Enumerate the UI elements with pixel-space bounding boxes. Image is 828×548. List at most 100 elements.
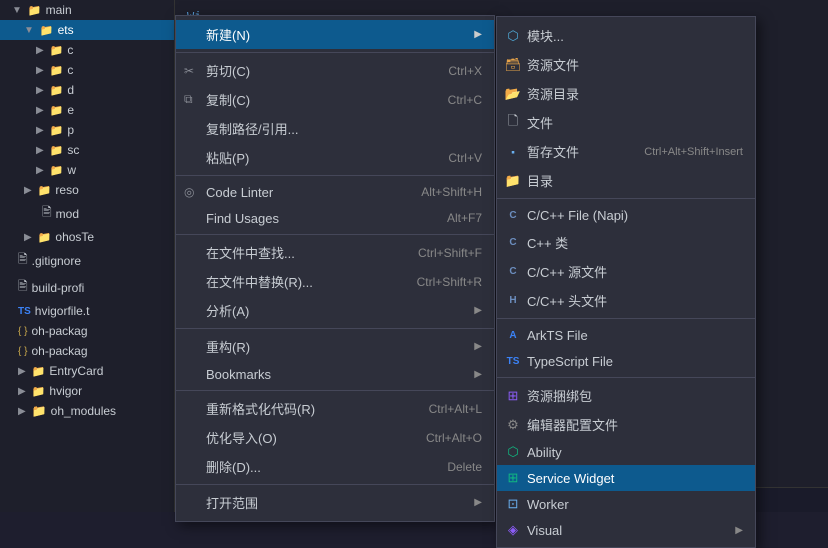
service-widget-icon: ⊞ [505, 470, 521, 486]
submenu-item-worker[interactable]: ⊡ Worker [497, 491, 755, 517]
cpp-class-icon: C [505, 235, 521, 251]
bookmarks-arrow-icon: ▶ [474, 369, 482, 380]
submenu-item-cppclass[interactable]: C C++ 类 [497, 228, 755, 257]
menu-item-cut[interactable]: ✂ 剪切(C) Ctrl+X [176, 56, 494, 85]
menu-separator-5 [176, 390, 494, 391]
menu-item-findusages-label: Find Usages [206, 211, 279, 226]
submenu-separator-2 [497, 318, 755, 319]
submenu-item-module-label: 模块... [527, 26, 564, 45]
delete-shortcut: Delete [447, 460, 482, 474]
copy-icon: ⧉ [184, 92, 193, 107]
menu-separator-4 [176, 328, 494, 329]
openscope-arrow-icon: ▶ [474, 497, 482, 508]
submenu-item-module[interactable]: ⬡ 模块... [497, 21, 755, 50]
submenu-item-resourcedir-label: 资源目录 [527, 84, 579, 103]
linter-icon: ◎ [184, 185, 194, 199]
menu-item-copypath[interactable]: 复制路径/引用... [176, 114, 494, 143]
menu-item-cut-label: 剪切(C) [206, 61, 250, 80]
submenu-item-servicewidget[interactable]: ⊞ Service Widget [497, 465, 755, 491]
visual-arrow-icon: ▶ [735, 525, 743, 536]
menu-item-replaceinfiles[interactable]: 在文件中替换(R)... Ctrl+Shift+R [176, 267, 494, 296]
cpp-napi-icon: C [505, 207, 521, 223]
submenu-separator-3 [497, 377, 755, 378]
ability-icon: ⬡ [505, 444, 521, 460]
submenu-new: ⬡ 模块... 🗃 资源文件 📂 资源目录 🗋 文件 ⬝ 暂存文件 Ctrl+A… [496, 16, 756, 548]
context-menu-main: 新建(N) ▶ ✂ 剪切(C) Ctrl+X ⧉ 复制(C) Ctrl+C 复制… [175, 15, 495, 522]
menu-item-findinfiles[interactable]: 在文件中查找... Ctrl+Shift+F [176, 238, 494, 267]
linter-shortcut: Alt+Shift+H [421, 185, 482, 199]
menu-item-replaceinfiles-label: 在文件中替换(R)... [206, 272, 313, 291]
submenu-item-dir-label: 目录 [527, 171, 553, 190]
replaceinfiles-shortcut: Ctrl+Shift+R [417, 275, 482, 289]
bundle-icon: ⊞ [505, 388, 521, 404]
submenu-item-ability-label: Ability [527, 445, 562, 460]
submenu-item-resourcedir[interactable]: 📂 资源目录 [497, 79, 755, 108]
submenu-item-worker-label: Worker [527, 497, 569, 512]
menu-item-reformat[interactable]: 重新格式化代码(R) Ctrl+Alt+L [176, 394, 494, 423]
menu-item-paste[interactable]: 粘贴(P) Ctrl+V [176, 143, 494, 172]
submenu-item-bundle[interactable]: ⊞ 资源捆绑包 [497, 381, 755, 410]
cpp-header-icon: H [505, 293, 521, 309]
menu-item-analyze-label: 分析(A) [206, 301, 249, 320]
menu-item-optimizeimports[interactable]: 优化导入(O) Ctrl+Alt+O [176, 423, 494, 452]
submenu-item-cppclass-label: C++ 类 [527, 233, 568, 252]
submenu-separator-1 [497, 198, 755, 199]
submenu-item-cppsource[interactable]: C C/C++ 源文件 [497, 257, 755, 286]
submenu-item-visual[interactable]: ◈ Visual ▶ [497, 517, 755, 543]
submenu-item-editorconfig[interactable]: ⚙ 编辑器配置文件 [497, 410, 755, 439]
menu-separator-6 [176, 484, 494, 485]
menu-item-new-label: 新建(N) [206, 25, 250, 44]
cpp-source-icon: C [505, 264, 521, 280]
menu-item-refactor-label: 重构(R) [206, 337, 250, 356]
menu-item-bookmarks-label: Bookmarks [206, 367, 271, 382]
menu-item-copypath-label: 复制路径/引用... [206, 119, 298, 138]
menu-item-openscope-label: 打开范围 [206, 493, 258, 512]
module-icon: ⬡ [505, 28, 521, 44]
cut-icon: ✂ [184, 64, 194, 78]
submenu-item-tempfile[interactable]: ⬝ 暂存文件 Ctrl+Alt+Shift+Insert [497, 137, 755, 166]
menu-item-refactor[interactable]: 重构(R) ▶ [176, 332, 494, 361]
menu-item-bookmarks[interactable]: Bookmarks ▶ [176, 361, 494, 387]
menu-item-linter[interactable]: ◎ Code Linter Alt+Shift+H [176, 179, 494, 205]
tempfile-shortcut: Ctrl+Alt+Shift+Insert [644, 146, 743, 158]
menu-separator-2 [176, 175, 494, 176]
submenu-item-dir[interactable]: 📁 目录 [497, 166, 755, 195]
submenu-item-visual-label: Visual [527, 523, 562, 538]
submenu-item-typescript-label: TypeScript File [527, 354, 613, 369]
submenu-item-cppsource-label: C/C++ 源文件 [527, 262, 607, 281]
submenu-item-cppnapi-label: C/C++ File (Napi) [527, 208, 628, 223]
menu-item-openscope[interactable]: 打开范围 ▶ [176, 488, 494, 517]
submenu-item-file[interactable]: 🗋 文件 [497, 108, 755, 137]
reformat-shortcut: Ctrl+Alt+L [429, 402, 482, 416]
menu-item-findusages[interactable]: Find Usages Alt+F7 [176, 205, 494, 231]
menu-item-optimizeimports-label: 优化导入(O) [206, 428, 277, 447]
submenu-arrow-icon: ▶ [474, 29, 482, 40]
submenu-item-file-label: 文件 [527, 113, 553, 132]
submenu-item-editorconfig-label: 编辑器配置文件 [527, 415, 618, 434]
context-menu-overlay: 新建(N) ▶ ✂ 剪切(C) Ctrl+X ⧉ 复制(C) Ctrl+C 复制… [0, 0, 828, 512]
menu-item-analyze[interactable]: 分析(A) ▶ [176, 296, 494, 325]
submenu-item-ability[interactable]: ⬡ Ability [497, 439, 755, 465]
submenu-item-arkts[interactable]: A ArkTS File [497, 322, 755, 348]
menu-item-findinfiles-label: 在文件中查找... [206, 243, 295, 262]
menu-separator-1 [176, 52, 494, 53]
copy-shortcut: Ctrl+C [448, 93, 482, 107]
cut-shortcut: Ctrl+X [448, 64, 482, 78]
submenu-item-typescript[interactable]: TS TypeScript File [497, 348, 755, 374]
submenu-item-resourcefile[interactable]: 🗃 资源文件 [497, 50, 755, 79]
submenu-item-servicewidget-label: Service Widget [527, 471, 614, 486]
worker-icon: ⊡ [505, 496, 521, 512]
submenu-item-bundle-label: 资源捆绑包 [527, 386, 592, 405]
temp-file-icon: ⬝ [505, 144, 521, 160]
menu-separator-3 [176, 234, 494, 235]
file-new-icon: 🗋 [505, 115, 521, 131]
submenu-item-arkts-label: ArkTS File [527, 328, 588, 343]
menu-item-delete[interactable]: 删除(D)... Delete [176, 452, 494, 481]
submenu-item-cppnapi[interactable]: C C/C++ File (Napi) [497, 202, 755, 228]
menu-item-copy[interactable]: ⧉ 复制(C) Ctrl+C [176, 85, 494, 114]
submenu-item-tempfile-label: 暂存文件 [527, 142, 579, 161]
analyze-arrow-icon: ▶ [474, 305, 482, 316]
submenu-item-cppheader[interactable]: H C/C++ 头文件 [497, 286, 755, 315]
paste-shortcut: Ctrl+V [448, 151, 482, 165]
menu-item-new[interactable]: 新建(N) ▶ [176, 20, 494, 49]
